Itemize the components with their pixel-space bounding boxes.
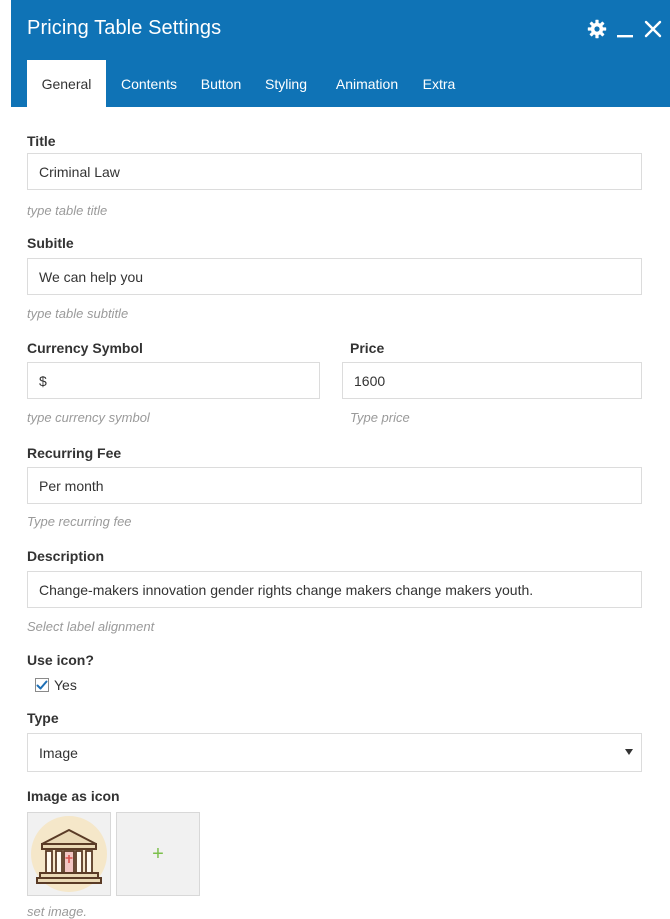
courthouse-icon bbox=[31, 816, 107, 892]
price-label: Price bbox=[350, 340, 385, 356]
title-label: Title bbox=[27, 133, 56, 149]
price-hint: Type price bbox=[350, 410, 410, 425]
dialog-title: Pricing Table Settings bbox=[27, 17, 222, 39]
currency-hint: type currency symbol bbox=[27, 410, 150, 425]
close-icon[interactable] bbox=[642, 16, 664, 42]
description-input[interactable]: Change-makers innovation gender rights c… bbox=[27, 571, 642, 608]
recurring-label: Recurring Fee bbox=[27, 445, 122, 461]
gear-icon[interactable] bbox=[586, 16, 608, 42]
chevron-down-icon bbox=[625, 749, 633, 755]
image-icon-label: Image as icon bbox=[27, 788, 120, 804]
description-hint: Select label alignment bbox=[27, 619, 155, 634]
minimize-icon[interactable] bbox=[614, 16, 636, 42]
tab-bar: General Contents Button Styling Animatio… bbox=[27, 60, 466, 107]
dialog-header: Pricing Table Settings General Contents … bbox=[11, 0, 670, 107]
title-hint: type table title bbox=[27, 203, 108, 218]
plus-icon: + bbox=[152, 843, 164, 865]
subtitle-hint: type table subtitle bbox=[27, 306, 129, 321]
use-icon-checkbox[interactable] bbox=[35, 678, 49, 692]
tab-general[interactable]: General bbox=[27, 60, 106, 107]
add-image-button[interactable]: + bbox=[116, 812, 200, 896]
price-input[interactable]: 1600 bbox=[342, 362, 642, 399]
image-icon-hint: set image. bbox=[27, 904, 87, 919]
recurring-input[interactable]: Per month bbox=[27, 467, 642, 504]
title-input[interactable]: Criminal Law bbox=[27, 153, 642, 190]
tab-extra[interactable]: Extra bbox=[414, 60, 464, 107]
use-icon-option-label: Yes bbox=[54, 677, 77, 693]
type-select-value: Image bbox=[39, 744, 78, 761]
tab-styling[interactable]: Styling bbox=[252, 60, 320, 107]
type-select[interactable]: Image bbox=[27, 733, 642, 772]
header-controls bbox=[586, 14, 664, 44]
type-label: Type bbox=[27, 710, 59, 726]
tab-animation[interactable]: Animation bbox=[322, 60, 412, 107]
tab-contents[interactable]: Contents bbox=[108, 60, 190, 107]
tab-button[interactable]: Button bbox=[192, 60, 250, 107]
currency-label: Currency Symbol bbox=[27, 340, 143, 356]
subtitle-input[interactable]: We can help you bbox=[27, 258, 642, 295]
checkmark-icon bbox=[36, 680, 48, 690]
currency-input[interactable]: $ bbox=[27, 362, 320, 399]
image-thumbnail[interactable] bbox=[27, 812, 111, 896]
subtitle-label: Subitle bbox=[27, 235, 74, 251]
recurring-hint: Type recurring fee bbox=[27, 514, 132, 529]
use-icon-label: Use icon? bbox=[27, 652, 94, 668]
description-label: Description bbox=[27, 548, 105, 564]
